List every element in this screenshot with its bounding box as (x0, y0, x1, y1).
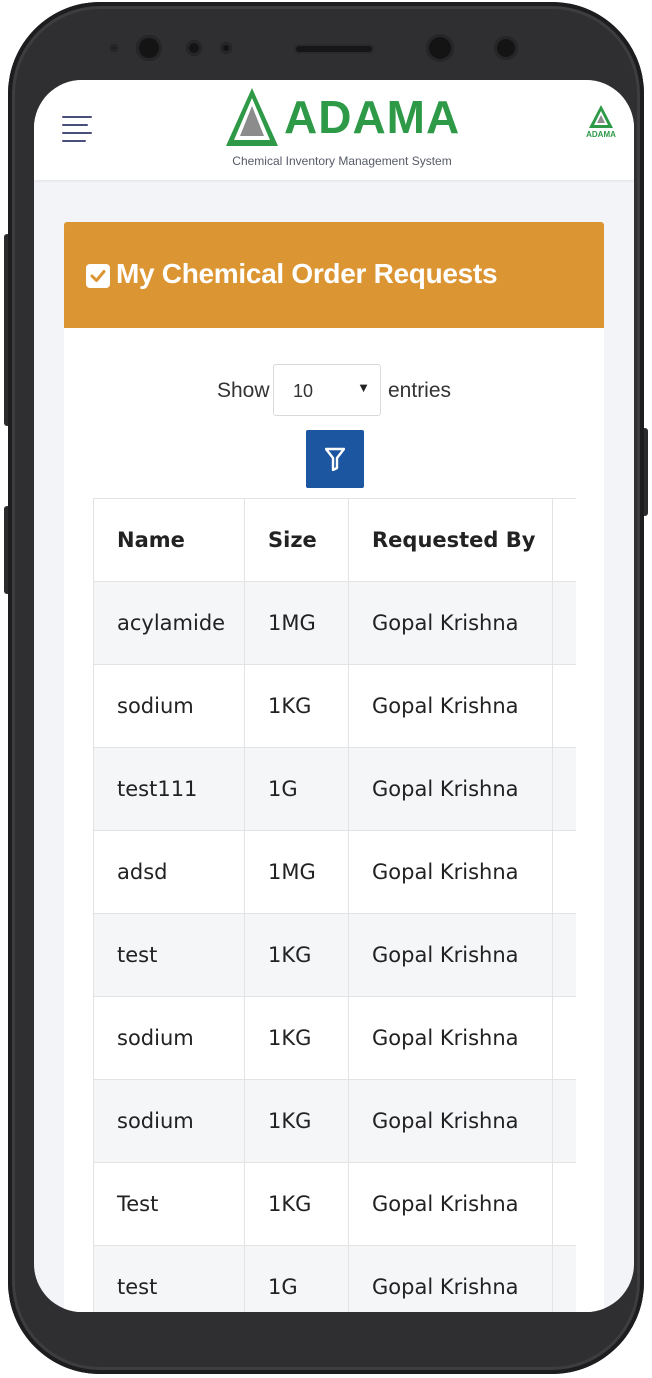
cell-requested-by: Gopal Krishna (348, 747, 553, 831)
secondary-logo-text: ADAMA (586, 130, 616, 139)
front-camera-icon (136, 35, 162, 61)
cell-name: acylamide (93, 581, 245, 665)
orders-card: My Chemical Order Requests Show 10 ▼ ent… (64, 222, 604, 1312)
sensor-icon (220, 42, 232, 54)
menu-icon[interactable] (62, 116, 92, 142)
adama-logo-icon (226, 88, 278, 146)
entries-control: Show 10 ▼ entries (64, 364, 604, 416)
table-row: sodium 1KG Gopal Krishna (93, 1079, 576, 1163)
cell-name: sodium (93, 1079, 245, 1163)
column-header-name[interactable]: Name (93, 498, 245, 582)
adama-mini-logo-icon (589, 105, 613, 128)
camera-icon (426, 34, 454, 62)
cell-requested-by: Gopal Krishna (348, 1079, 553, 1163)
cell-requested-by: Gopal Krishna (348, 913, 553, 997)
table-row: acylamide 1MG Gopal Krishna (93, 581, 576, 665)
table-row: adsd 1MG Gopal Krishna (93, 830, 576, 914)
cell-more (552, 1162, 576, 1246)
table-row: test111 1G Gopal Krishna (93, 747, 576, 831)
brand-subtitle: Chemical Inventory Management System (232, 154, 452, 168)
camera-icon (494, 36, 518, 60)
filter-button[interactable] (306, 430, 364, 488)
app-screen: ADAMA Chemical Inventory Management Syst… (34, 80, 634, 1312)
brand-logo: ADAMA Chemical Inventory Management Syst… (222, 84, 462, 176)
cell-more (552, 1245, 576, 1312)
cell-requested-by: Gopal Krishna (348, 996, 553, 1080)
table-header-row: Name Size Requested By (93, 498, 576, 582)
cell-size: 1KG (244, 664, 349, 748)
cell-size: 1G (244, 1245, 349, 1312)
cell-more (552, 664, 576, 748)
speaker-grille (294, 44, 374, 54)
cell-name: adsd (93, 830, 245, 914)
cell-more (552, 581, 576, 665)
orders-table: Name Size Requested By acylamide 1MG Gopal… (93, 498, 576, 1312)
cell-requested-by: Gopal Krishna (348, 1245, 553, 1312)
sensor-icon (186, 40, 202, 56)
secondary-logo: ADAMA (582, 104, 620, 156)
phone-frame: ADAMA Chemical Inventory Management Syst… (8, 2, 644, 1374)
cell-size: 1KG (244, 1162, 349, 1246)
cell-requested-by: Gopal Krishna (348, 1162, 553, 1246)
cell-more (552, 1079, 576, 1163)
cell-requested-by: Gopal Krishna (348, 581, 553, 665)
card-title: My Chemical Order Requests (116, 258, 498, 289)
cell-size: 1G (244, 747, 349, 831)
checkbox-icon (86, 264, 110, 288)
column-header-more[interactable] (552, 498, 576, 582)
cell-requested-by: Gopal Krishna (348, 664, 553, 748)
cell-requested-by: Gopal Krishna (348, 830, 553, 914)
app-header: ADAMA Chemical Inventory Management Syst… (34, 80, 634, 180)
column-header-size[interactable]: Size (244, 498, 349, 582)
show-label: Show (217, 379, 270, 402)
cell-more (552, 830, 576, 914)
table-row: sodium 1KG Gopal Krishna (93, 664, 576, 748)
cell-name: sodium (93, 664, 245, 748)
table-row: Test 1KG Gopal Krishna (93, 1162, 576, 1246)
sensor-icon (110, 44, 118, 52)
entries-select[interactable]: 10 ▼ (273, 364, 381, 416)
cell-size: 1MG (244, 581, 349, 665)
cell-name: test (93, 913, 245, 997)
brand-title: ADAMA (284, 91, 461, 143)
card-header: My Chemical Order Requests (64, 222, 604, 328)
caret-down-icon: ▼ (357, 380, 370, 395)
cell-size: 1MG (244, 830, 349, 914)
cell-name: sodium (93, 996, 245, 1080)
entries-label: entries (388, 379, 452, 402)
cell-more (552, 996, 576, 1080)
filter-icon (325, 447, 345, 471)
cell-more (552, 747, 576, 831)
cell-name: test (93, 1245, 245, 1312)
column-header-requested-by[interactable]: Requested By (348, 498, 553, 582)
table-row: sodium 1KG Gopal Krishna (93, 996, 576, 1080)
entries-select-value: 10 (293, 381, 314, 401)
cell-name: Test (93, 1162, 245, 1246)
cell-more (552, 913, 576, 997)
table-row: test 1KG Gopal Krishna (93, 913, 576, 997)
cell-size: 1KG (244, 1079, 349, 1163)
cell-size: 1KG (244, 996, 349, 1080)
cell-name: test111 (93, 747, 245, 831)
table-row: test 1G Gopal Krishna (93, 1245, 576, 1312)
orders-table-container: Name Size Requested By acylamide 1MG Gopal… (93, 498, 576, 1312)
cell-size: 1KG (244, 913, 349, 997)
